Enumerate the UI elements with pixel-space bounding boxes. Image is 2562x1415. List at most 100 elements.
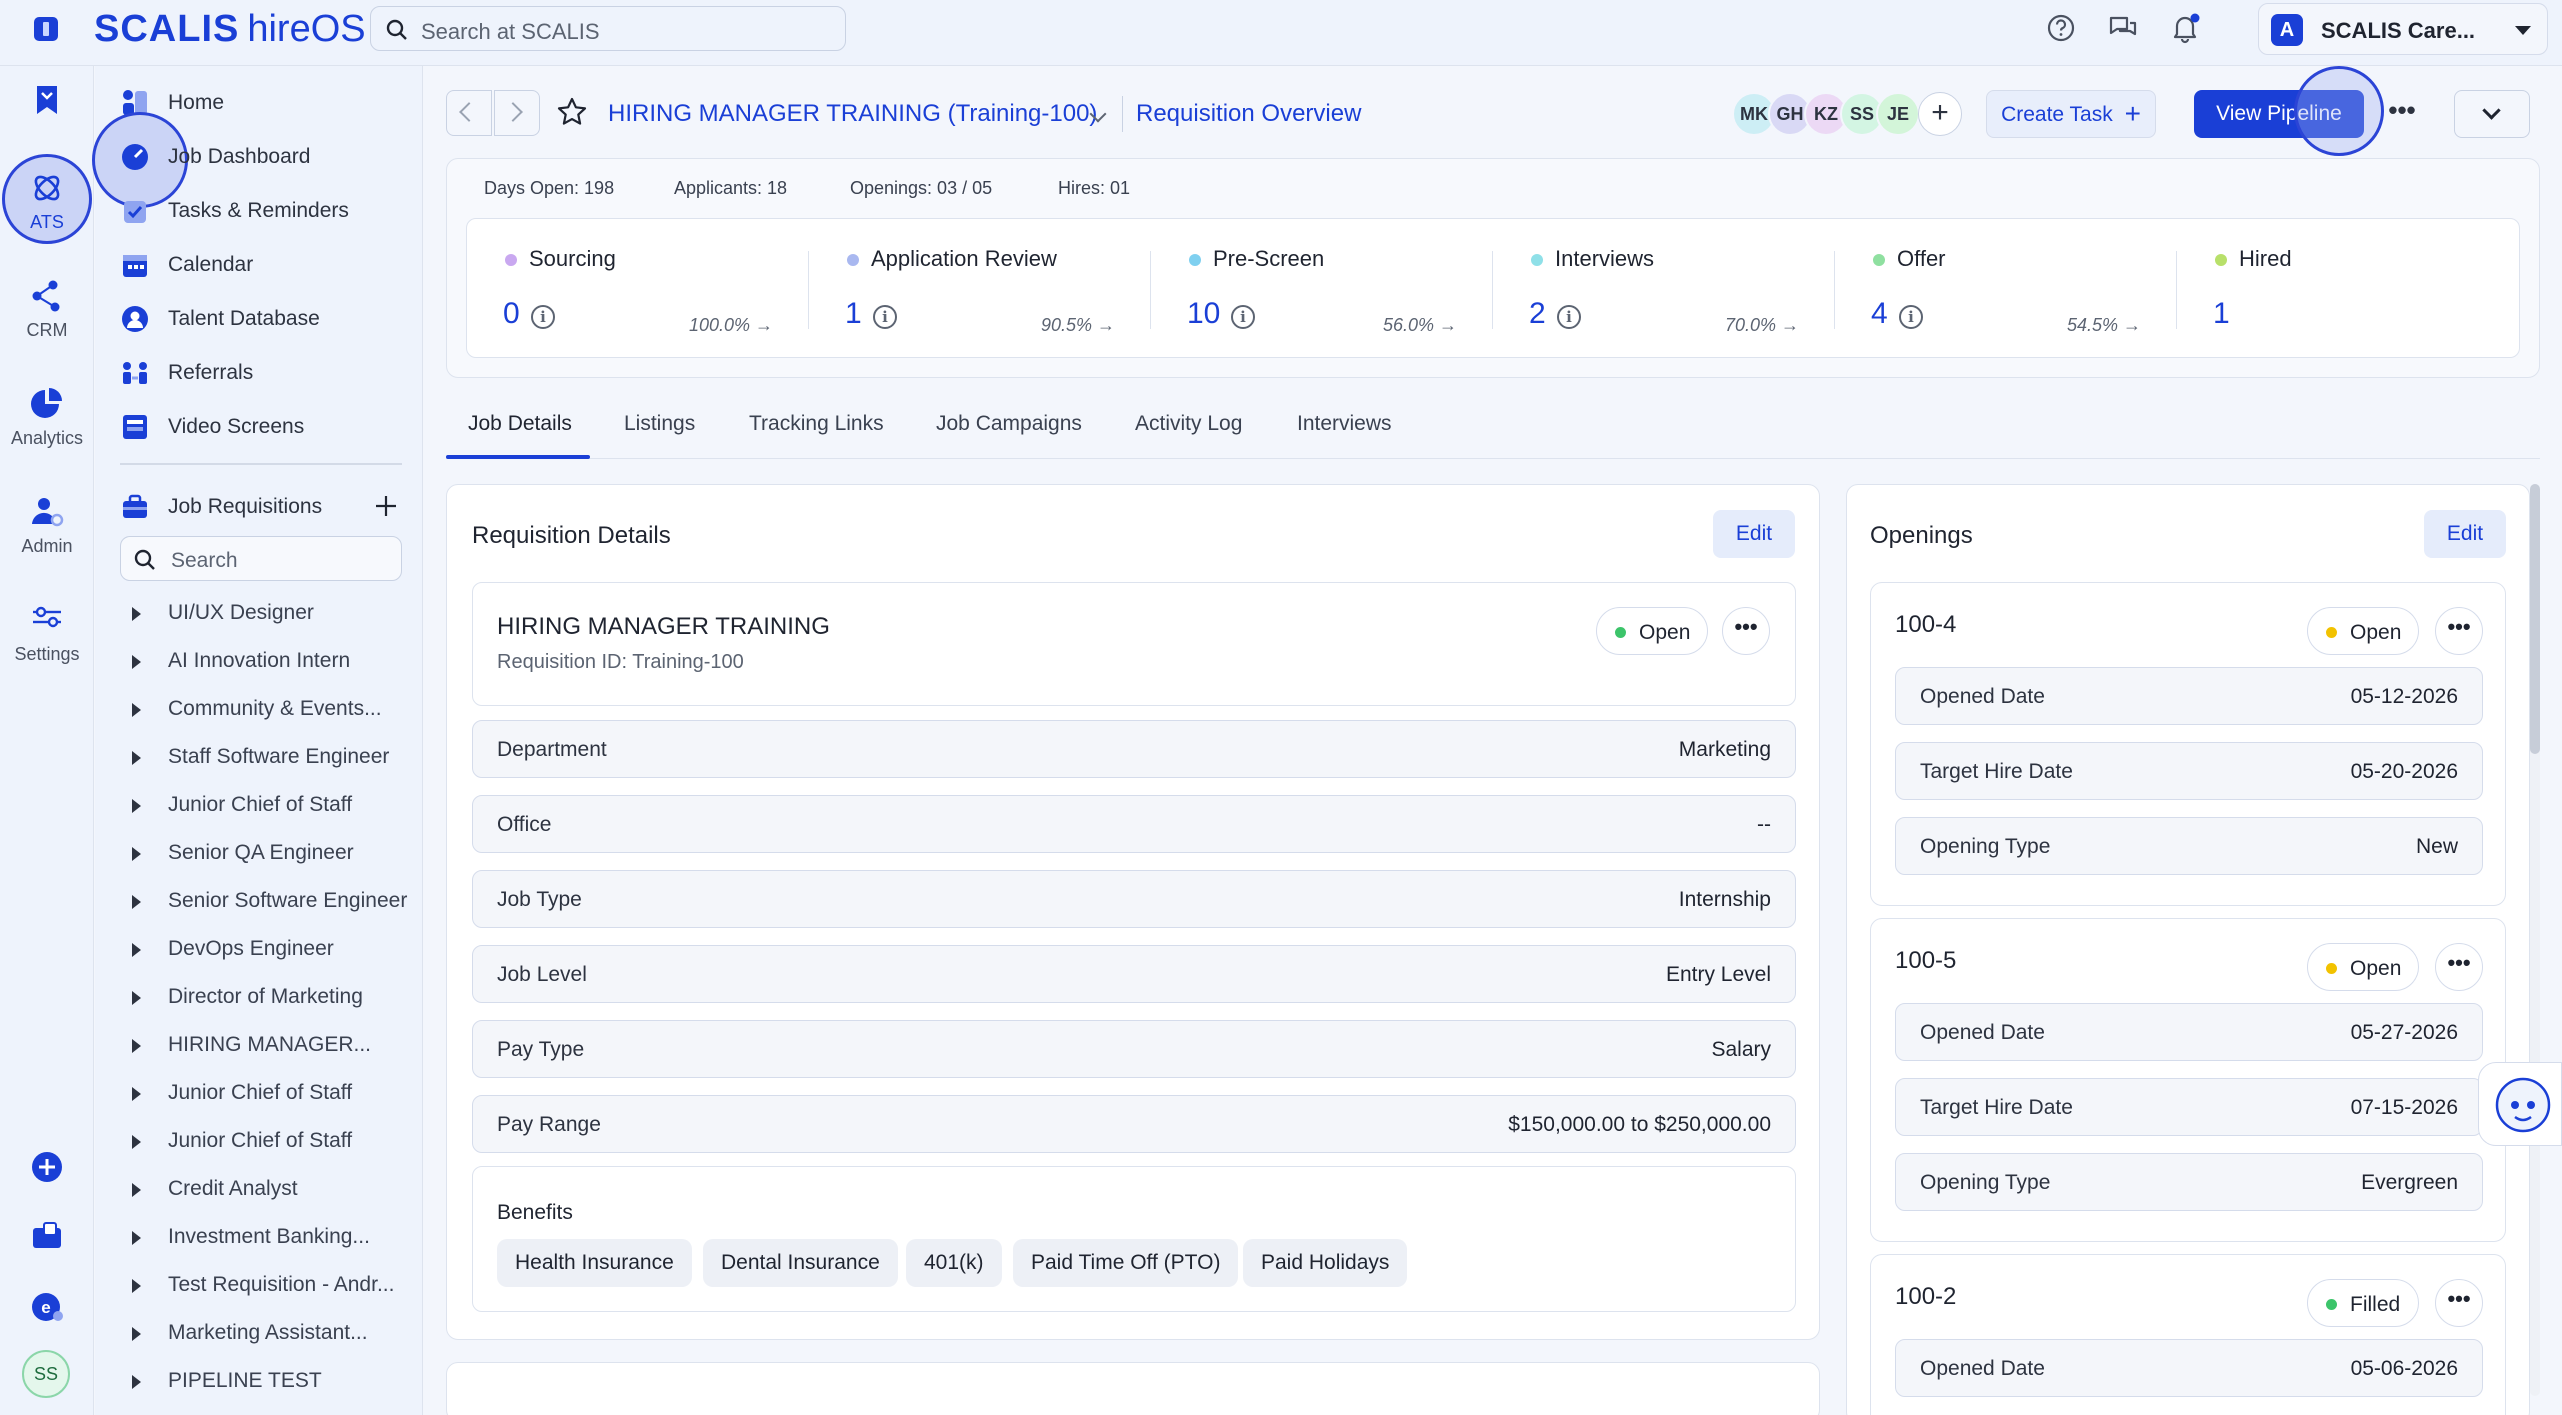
benefit-chip: Dental Insurance (703, 1239, 898, 1287)
sidebar-divider (120, 463, 402, 465)
company-logo: A (2271, 14, 2303, 46)
expand-arrow-icon (132, 895, 141, 909)
edit-openings-button[interactable]: Edit (2424, 510, 2506, 558)
stage-interviews[interactable]: Interviews 2 i 70.0% → (1493, 219, 1835, 359)
detail-row-department: Department Marketing (472, 720, 1796, 778)
tab-interviews[interactable]: Interviews (1297, 412, 1392, 436)
support-icon[interactable]: e (30, 1290, 64, 1324)
opening-more-button[interactable]: ••• (2435, 943, 2483, 991)
chevron-down-icon (2482, 101, 2501, 120)
tab-job-details[interactable]: Job Details (468, 412, 572, 436)
info-icon[interactable]: i (1899, 305, 1923, 329)
stage-dot (847, 254, 859, 266)
global-search-input[interactable]: Search at SCALIS (370, 6, 846, 51)
status-dot (2326, 627, 2337, 638)
svg-text:e: e (41, 1298, 50, 1317)
applicants-count: Applicants: 18 (674, 178, 788, 198)
rail-bookmark[interactable] (0, 84, 94, 122)
detail-row-job-level: Job Level Entry Level (472, 945, 1796, 1003)
user-avatar[interactable]: SS (22, 1350, 70, 1398)
dashboard-icon (122, 144, 148, 170)
inbox-icon[interactable] (30, 1220, 64, 1254)
rail-analytics[interactable]: Analytics (0, 386, 94, 449)
benefits-title: Benefits (497, 1201, 573, 1224)
opening-row-target-hire-date: Target Hire Date 07-15-2026 (1895, 1078, 2483, 1136)
rail-ats[interactable]: ATS (0, 170, 94, 233)
requisition-details-title: Requisition Details (472, 522, 671, 549)
sidebar-toggle-icon[interactable] (34, 17, 58, 41)
opening-more-button[interactable]: ••• (2435, 607, 2483, 655)
info-icon[interactable]: i (873, 305, 897, 329)
chevron-right-icon (503, 102, 523, 122)
forward-button[interactable] (494, 90, 540, 136)
stage-pre-screen[interactable]: Pre-Screen 10 i 56.0% → (1151, 219, 1493, 359)
add-requisition-icon[interactable] (374, 494, 398, 518)
app-rail (0, 66, 94, 1415)
company-switcher[interactable]: A SCALIS Care... (2258, 3, 2548, 55)
section-title: Requisition Overview (1136, 100, 1362, 127)
hires-count: Hires: 01 (1058, 178, 1131, 198)
opening-id: 100-2 (1895, 1283, 1957, 1310)
job-more-button[interactable]: ••• (1722, 607, 1770, 655)
info-icon[interactable]: i (1557, 305, 1581, 329)
help-icon[interactable] (2044, 11, 2078, 45)
rail-crm[interactable]: CRM (0, 278, 94, 341)
requisition-search-input[interactable]: Search (120, 536, 402, 581)
info-icon[interactable]: i (531, 305, 555, 329)
scrollbar-thumb[interactable] (2530, 484, 2540, 754)
opening-item: 100-2 Filled ••• Opened Date 05-06-2026 (1870, 1254, 2506, 1415)
chevron-left-icon (459, 102, 479, 122)
tab-job-campaigns[interactable]: Job Campaigns (936, 412, 1082, 436)
back-button[interactable] (446, 90, 492, 136)
search-icon (386, 19, 407, 40)
job-summary-box: HIRING MANAGER TRAINING Requisition ID: … (472, 582, 1796, 706)
collapse-button[interactable] (2454, 90, 2530, 138)
opening-id: 100-5 (1895, 947, 1957, 974)
create-task-button[interactable]: Create Task + (1986, 90, 2156, 138)
view-pipeline-highlight (2294, 66, 2384, 156)
detail-row-pay-range: Pay Range $150,000.00 to $250,000.00 (472, 1095, 1796, 1153)
briefcase-icon (123, 494, 147, 518)
star-icon[interactable] (556, 96, 588, 128)
edit-requisition-button[interactable]: Edit (1713, 510, 1795, 558)
detail-row-job-type: Job Type Internship (472, 870, 1796, 928)
stage-application-review[interactable]: Application Review 1 i 90.5% → (809, 219, 1151, 359)
rail-settings[interactable]: Settings (0, 602, 94, 665)
status-badge[interactable]: Open (2307, 943, 2419, 991)
stage-sourcing[interactable]: Sourcing 0 i 100.0% → (467, 219, 809, 359)
more-options-button[interactable]: ••• (2380, 92, 2424, 136)
expand-arrow-icon (132, 1183, 141, 1197)
calendar-icon (123, 255, 147, 277)
notifications-icon[interactable] (2168, 11, 2202, 45)
benefit-chip: Paid Holidays (1243, 1239, 1408, 1287)
brand-logo[interactable]: SCALIS hireOS (94, 8, 366, 51)
expand-arrow-icon (132, 943, 141, 957)
assistant-icon (2495, 1077, 2551, 1133)
opening-item: 100-5 Open ••• Opened Date 05-27-2026 Tar… (1870, 918, 2506, 1242)
ats-icon (34, 175, 60, 201)
stage-dot (1873, 254, 1885, 266)
stage-offer[interactable]: Offer 4 i 54.5% → (1835, 219, 2177, 359)
job-title[interactable]: HIRING MANAGER TRAINING (Training-100) (608, 100, 1097, 128)
tab-listings[interactable]: Listings (624, 412, 695, 436)
avatar[interactable]: JE (1876, 92, 1920, 136)
status-badge[interactable]: Open (1596, 607, 1708, 655)
benefits-box: Benefits Health Insurance Dental Insuran… (472, 1166, 1796, 1312)
plus-icon: + (2124, 98, 2141, 129)
add-member-button[interactable]: + (1918, 92, 1962, 136)
search-icon (134, 549, 155, 570)
stage-hired[interactable]: Hired 1 (2177, 219, 2519, 359)
opening-more-button[interactable]: ••• (2435, 1279, 2483, 1327)
add-circle-icon[interactable] (30, 1150, 64, 1184)
messages-icon[interactable] (2106, 11, 2140, 45)
info-icon[interactable]: i (1231, 305, 1255, 329)
tab-divider (446, 458, 2540, 459)
tab-tracking-links[interactable]: Tracking Links (749, 412, 884, 436)
status-badge[interactable]: Open (2307, 607, 2419, 655)
assistant-widget[interactable] (2478, 1062, 2562, 1146)
settings-icon (33, 606, 61, 628)
tab-activity-log[interactable]: Activity Log (1135, 412, 1242, 436)
rail-admin[interactable]: Admin (0, 494, 94, 557)
status-badge[interactable]: Filled (2307, 1279, 2419, 1327)
expand-arrow-icon (132, 991, 141, 1005)
